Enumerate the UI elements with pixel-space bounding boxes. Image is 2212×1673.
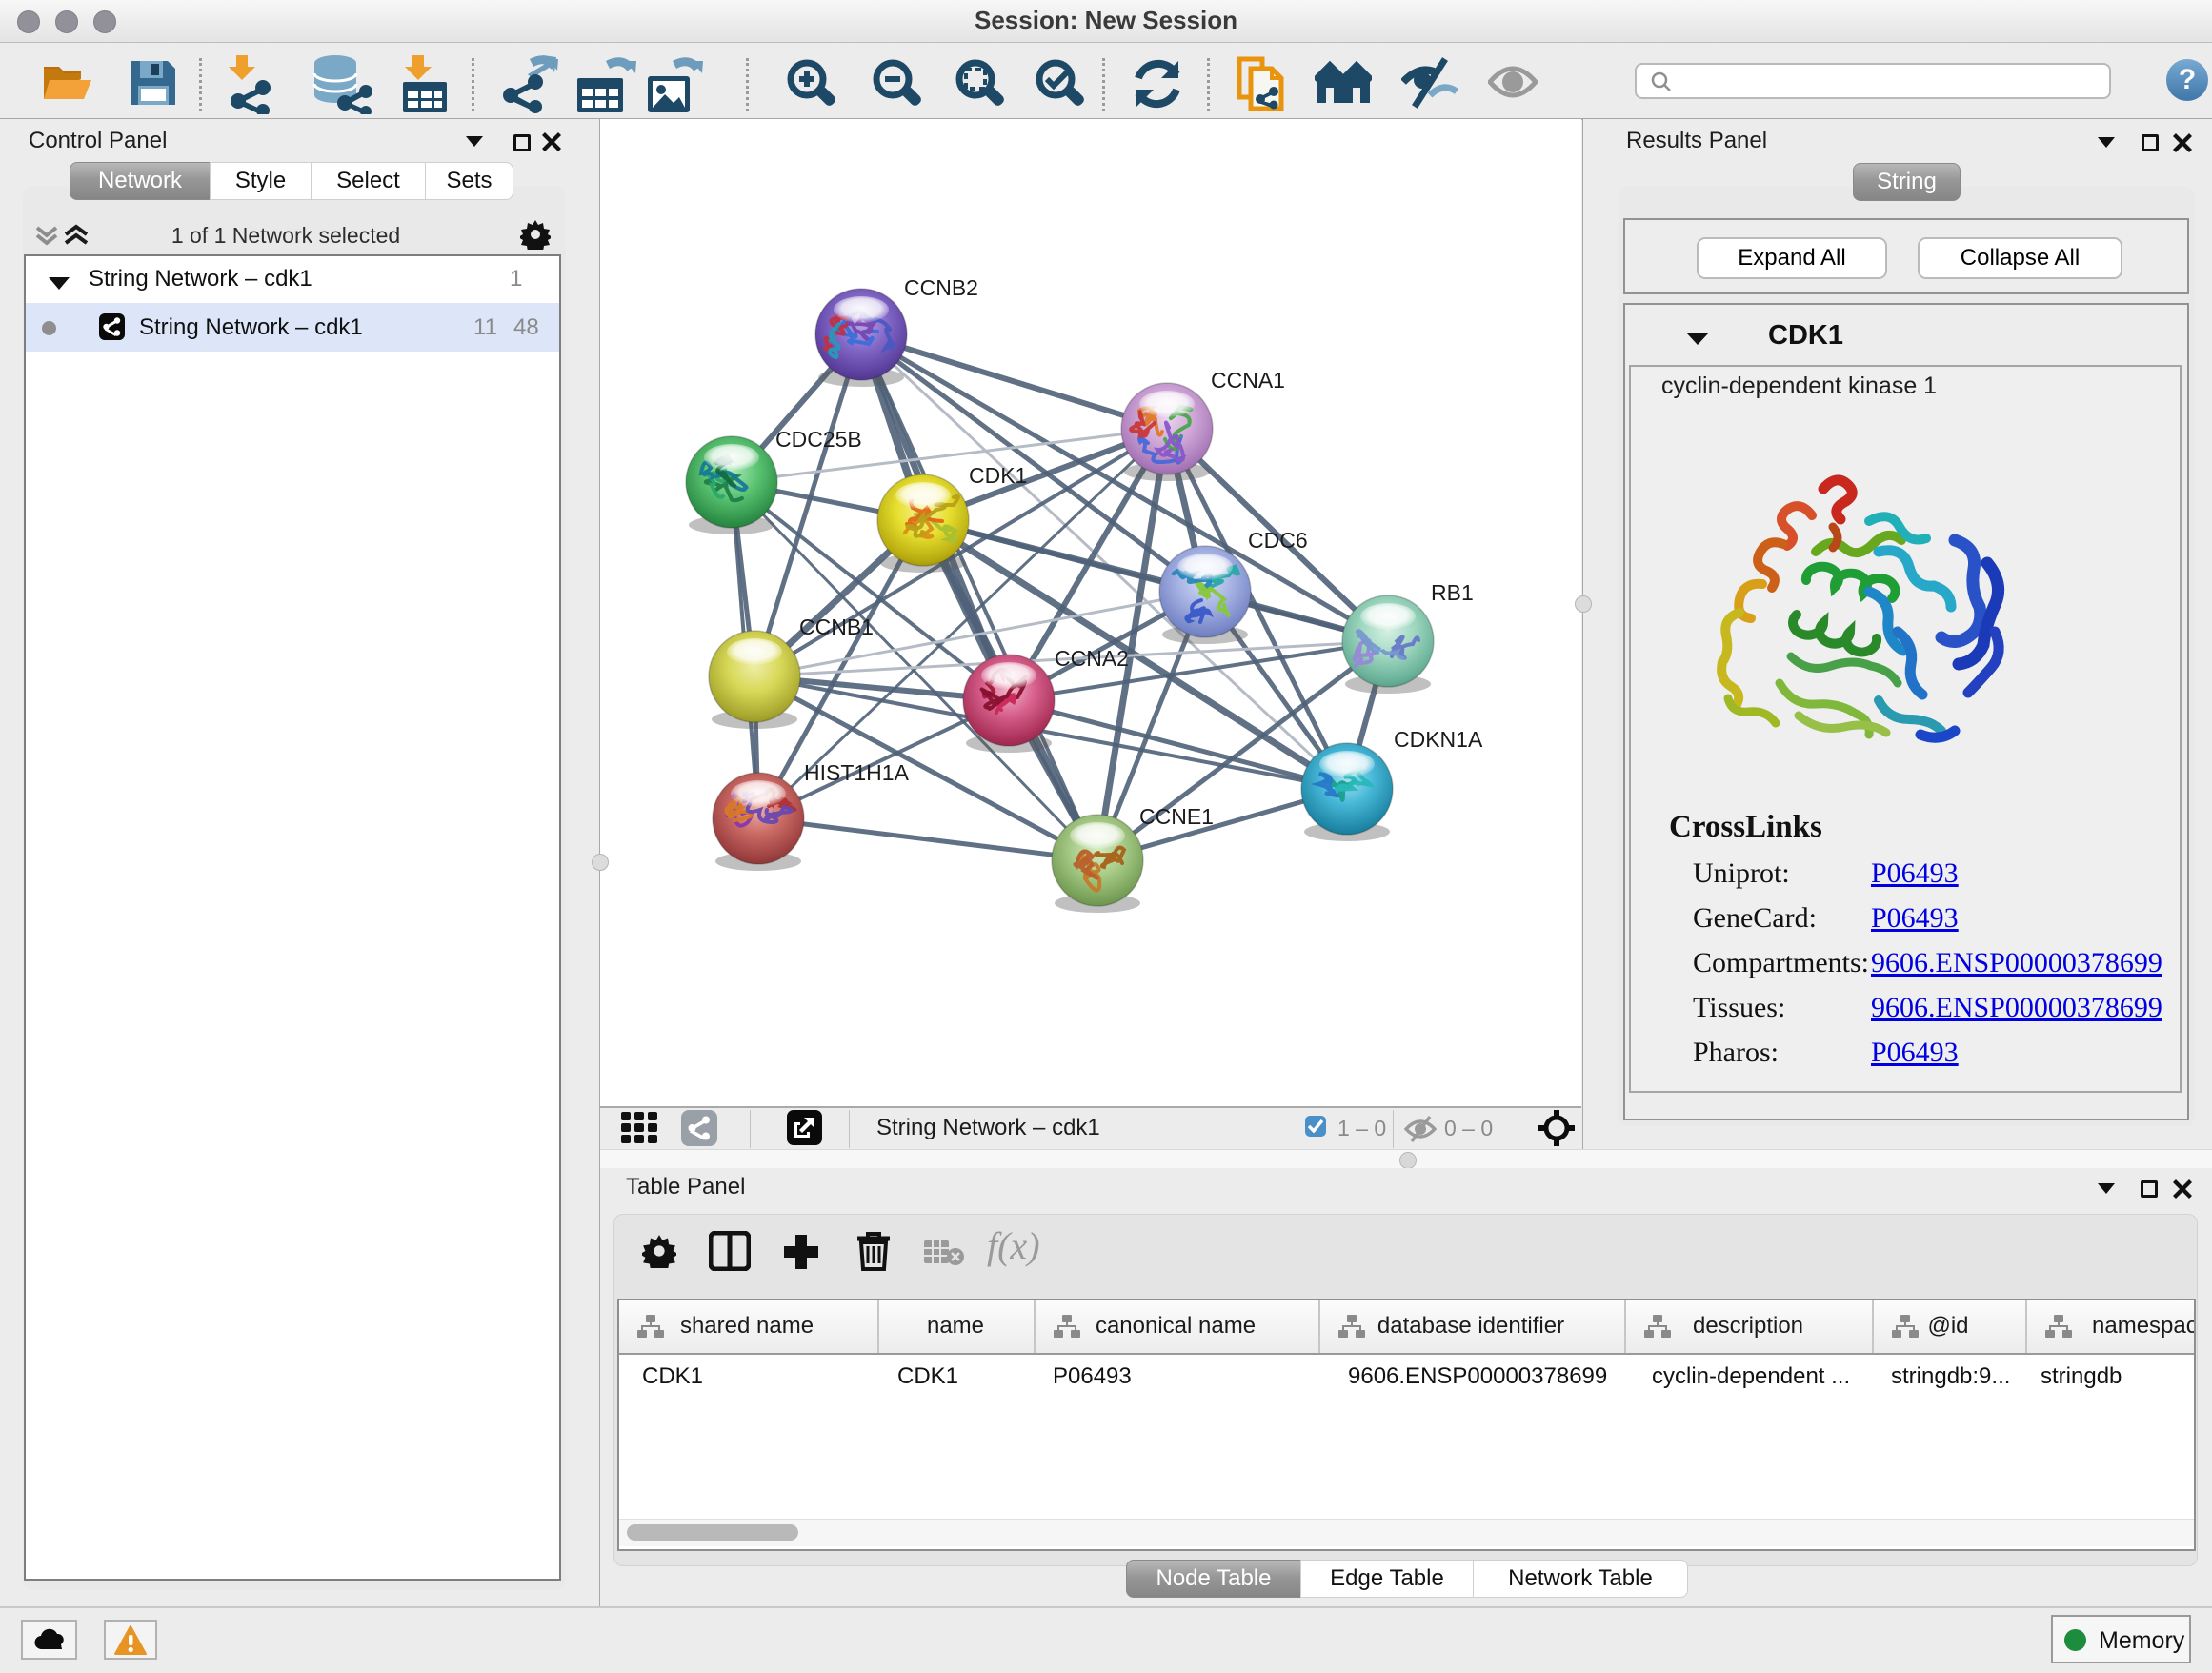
svg-text:CCNA1: CCNA1 (1211, 368, 1285, 393)
svg-text:CCNA2: CCNA2 (1055, 646, 1129, 671)
svg-text:CCNB1: CCNB1 (799, 615, 874, 639)
svg-text:CDKN1A: CDKN1A (1394, 727, 1483, 752)
svg-text:CDK1: CDK1 (969, 463, 1027, 488)
svg-text:CCNE1: CCNE1 (1139, 804, 1214, 829)
svg-text:RB1: RB1 (1431, 580, 1474, 605)
svg-text:CCNB2: CCNB2 (904, 275, 978, 300)
svg-text:CDC6: CDC6 (1248, 528, 1308, 553)
svg-text:CDC25B: CDC25B (775, 427, 862, 452)
svg-text:HIST1H1A: HIST1H1A (804, 760, 910, 785)
